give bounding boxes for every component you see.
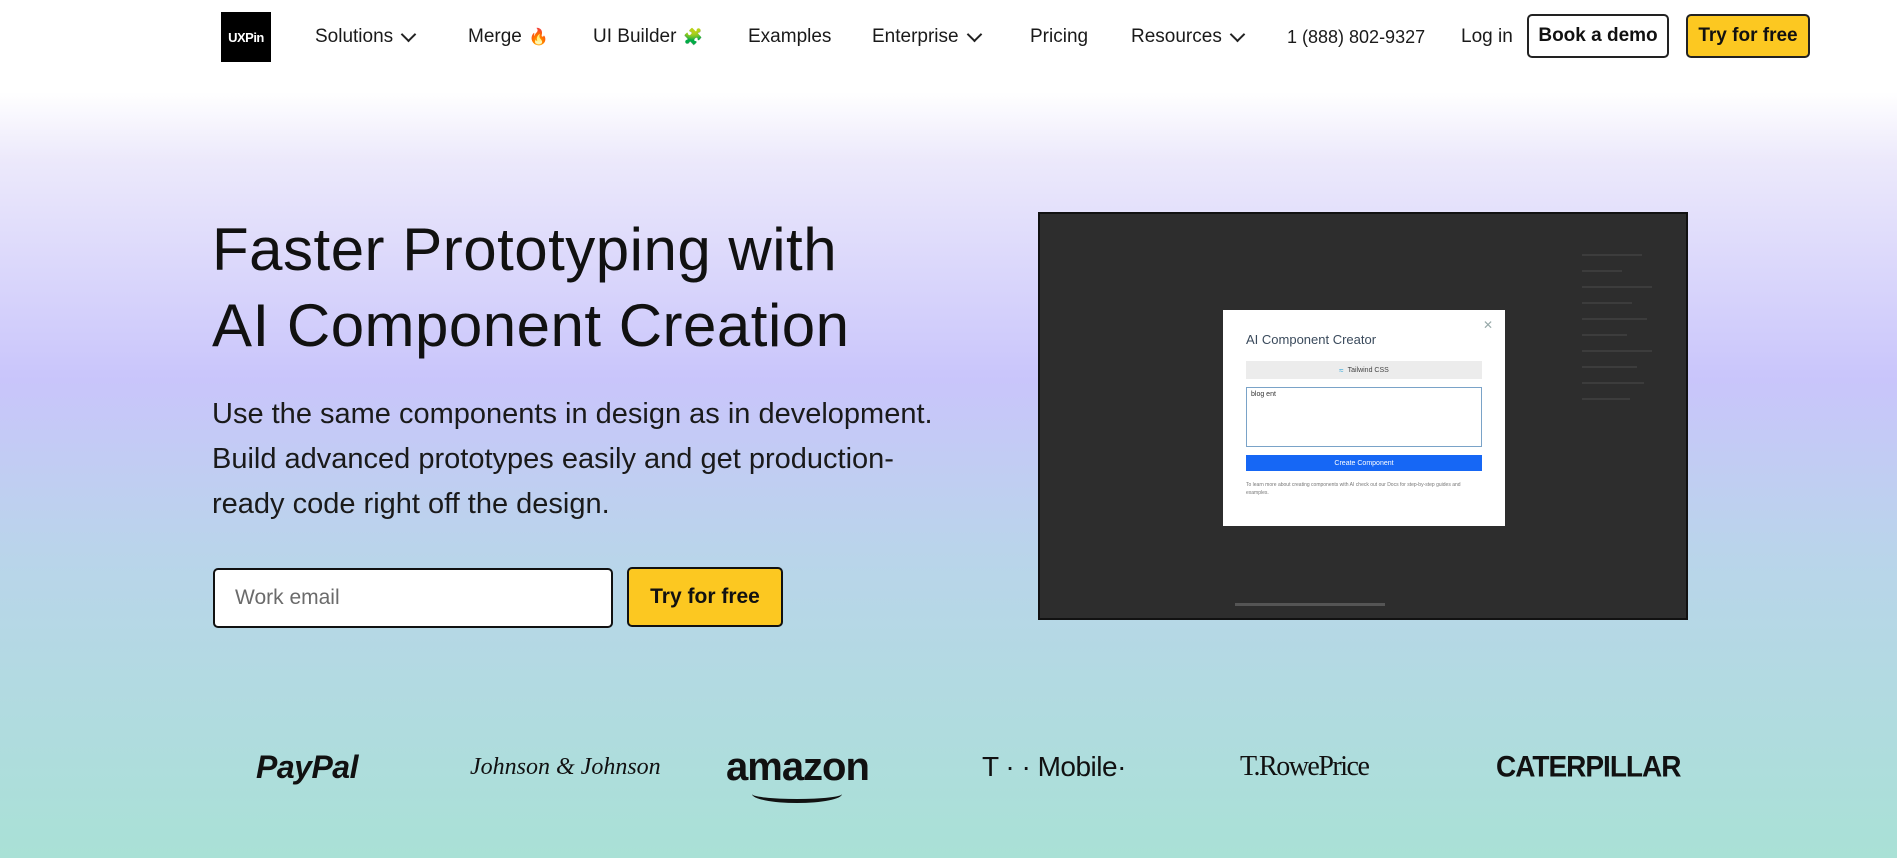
nav-try-free-button[interactable]: Try for free	[1686, 14, 1810, 58]
caterpillar-logo: CATERPILLAR	[1496, 750, 1681, 783]
product-demo-video[interactable]: ✕ AI Component Creator ≈ Tailwind CSS bl…	[1038, 212, 1688, 620]
nav-phone[interactable]: 1 (888) 802-9327	[1287, 22, 1425, 52]
nav-ui-builder[interactable]: UI Builder 🧩	[593, 22, 703, 52]
nav-solutions[interactable]: Solutions	[315, 22, 417, 52]
nav-enterprise[interactable]: Enterprise	[872, 22, 982, 52]
mockup-scrollbar	[1235, 603, 1385, 606]
close-icon: ✕	[1482, 318, 1493, 332]
uxpin-logo[interactable]: UXPin	[221, 12, 271, 62]
top-navigation: UXPin Solutions Merge 🔥 UI Builder 🧩 Examp…	[0, 0, 1897, 74]
nav-examples[interactable]: Examples	[748, 22, 831, 52]
dialog-help-note: To learn more about creating components …	[1246, 482, 1461, 496]
chevron-down-icon	[966, 26, 982, 43]
ai-component-creator-dialog: ✕ AI Component Creator ≈ Tailwind CSS bl…	[1223, 310, 1505, 526]
fire-icon: 🔥	[528, 29, 549, 46]
book-demo-button[interactable]: Book a demo	[1527, 14, 1669, 58]
nav-pricing[interactable]: Pricing	[1030, 22, 1088, 52]
prompt-textarea: blog ent	[1246, 387, 1482, 447]
amazon-smile-icon	[752, 785, 842, 803]
paypal-logo: PayPal	[256, 748, 358, 785]
nav-resources[interactable]: Resources	[1131, 22, 1246, 52]
chevron-down-icon	[400, 26, 417, 43]
puzzle-icon: 🧩	[683, 29, 704, 46]
mockup-properties-panel	[1582, 254, 1672, 414]
dialog-title: AI Component Creator	[1246, 332, 1377, 347]
nav-login[interactable]: Log in	[1461, 22, 1513, 52]
work-email-input[interactable]	[213, 568, 613, 628]
tmobile-logo: T · · Mobile·	[982, 751, 1126, 782]
amazon-logo: amazon	[726, 745, 870, 803]
tailwind-icon: ≈	[1339, 365, 1344, 375]
hero-try-free-button[interactable]: Try for free	[627, 567, 783, 627]
nav-merge[interactable]: Merge 🔥	[468, 22, 549, 52]
chevron-down-icon	[1229, 26, 1246, 43]
trowe-price-logo: T.RowePrice	[1240, 751, 1370, 782]
create-component-button: Create Component	[1246, 455, 1482, 471]
hero-subtitle: Use the same components in design as in …	[212, 398, 933, 520]
hero-title: Faster Prototyping with AI Component Cre…	[212, 216, 850, 359]
tailwind-tab: ≈ Tailwind CSS	[1246, 361, 1482, 379]
johnson-johnson-logo: Johnson & Johnson	[470, 753, 661, 780]
